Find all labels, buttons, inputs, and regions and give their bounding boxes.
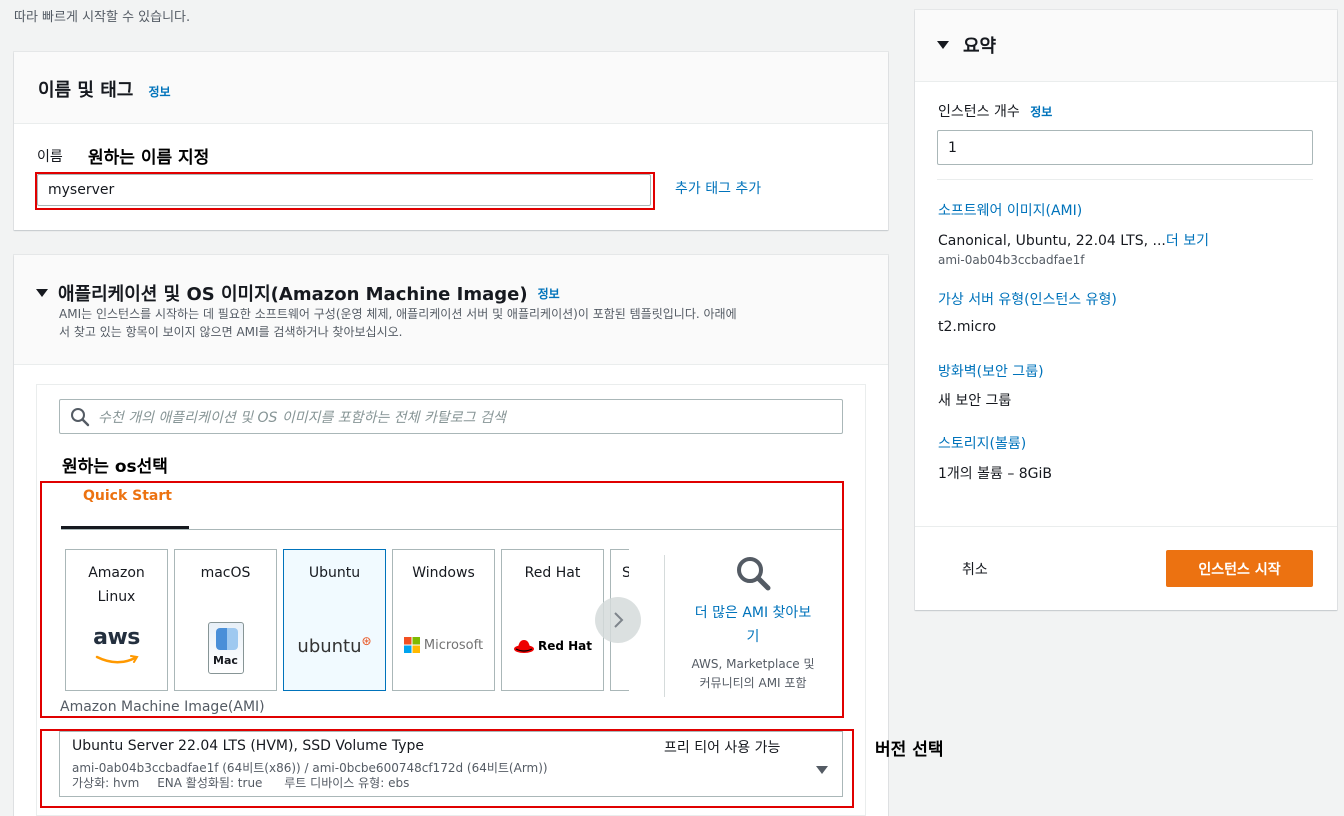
firewall-link[interactable]: 방화벽(보안 그룹)	[938, 361, 1044, 381]
annotation-box-version	[40, 729, 854, 808]
launch-instance-button[interactable]: 인스턴스 시작	[1166, 550, 1313, 587]
instance-type-link[interactable]: 가상 서버 유형(인스턴스 유형)	[938, 289, 1117, 309]
more-link[interactable]: 더 보기	[1166, 233, 1209, 249]
summary-panel: 요약 인스턴스 개수 정보 1 소프트웨어 이미지(AMI) Canonical…	[915, 10, 1337, 610]
ami-description-line2: 서 찾고 있는 항목이 보이지 않으면 AMI를 검색하거나 찾아보십시오.	[59, 325, 403, 339]
annotation-box-name	[35, 172, 655, 210]
search-icon	[71, 407, 90, 426]
software-image-link[interactable]: 소프트웨어 이미지(AMI)	[938, 200, 1082, 220]
top-note: 따라 빠르게 시작할 수 있습니다.	[14, 10, 191, 25]
annotation-box-os	[40, 481, 844, 718]
ami-title: 애플리케이션 및 OS 이미지(Amazon Machine Image)	[58, 284, 528, 305]
summary-divider	[937, 179, 1313, 180]
cancel-button[interactable]: 취소	[962, 559, 988, 579]
name-tags-header: 이름 및 태그 정보	[14, 52, 888, 124]
instance-type-value: t2.micro	[938, 319, 997, 335]
storage-link[interactable]: 스토리지(볼륨)	[938, 433, 1026, 453]
annotation-version: 버전 선택	[875, 740, 944, 760]
summary-collapse-caret-icon[interactable]	[937, 41, 949, 49]
name-label: 이름	[37, 149, 63, 165]
ami-info-link[interactable]: 정보	[538, 285, 560, 302]
add-tag-link[interactable]: 추가 태그 추가	[675, 178, 761, 198]
ami-description-line1: AMI는 인스턴스를 시작하는 데 필요한 소프트웨어 구성(운영 체제, 애플…	[59, 307, 737, 321]
summary-header: 요약	[915, 10, 1337, 82]
software-image-value: Canonical, Ubuntu, 22.04 LTS, ...	[938, 233, 1166, 249]
annotation-os: 원하는 os선택	[62, 457, 168, 477]
summary-footer-divider	[915, 526, 1337, 527]
ami-search-input[interactable]: 수천 개의 애플리케이션 및 OS 이미지를 포함하는 전체 카탈로그 검색	[59, 399, 843, 434]
search-placeholder: 수천 개의 애플리케이션 및 OS 이미지를 포함하는 전체 카탈로그 검색	[98, 409, 506, 426]
name-tags-title: 이름 및 태그	[38, 80, 134, 101]
name-tags-info-link[interactable]: 정보	[148, 85, 170, 99]
annotation-name: 원하는 이름 지정	[88, 148, 210, 168]
collapse-caret-icon[interactable]	[36, 289, 48, 297]
summary-title: 요약	[963, 36, 997, 57]
instance-count-input[interactable]: 1	[937, 130, 1313, 165]
name-tags-panel: 이름 및 태그 정보 이름 원하는 이름 지정 myserver 추가 태그 추…	[14, 52, 888, 230]
ami-header: 애플리케이션 및 OS 이미지(Amazon Machine Image) 정보…	[14, 255, 888, 365]
ami-label: Amazon Machine Image(AMI)	[60, 699, 265, 715]
storage-value: 1개의 볼륨 – 8GiB	[938, 466, 1053, 482]
firewall-value: 새 보안 그룹	[938, 393, 1012, 409]
instance-count-label: 인스턴스 개수	[938, 104, 1020, 120]
software-image-id: ami-0ab04b3ccbadfae1f	[938, 253, 1085, 267]
instance-count-info-link[interactable]: 정보	[1030, 105, 1052, 119]
